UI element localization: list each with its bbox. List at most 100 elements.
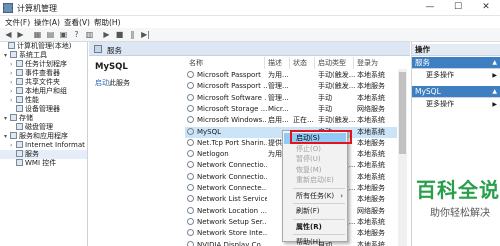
- disk-icon: [16, 123, 23, 130]
- cell-name: Network Store Inte...: [187, 228, 267, 239]
- cell-status: 正在...: [293, 116, 314, 125]
- tree-item-iis[interactable]: › Internet Informat: [0, 141, 87, 150]
- more-actions-services[interactable]: 更多操作 ▶: [412, 70, 500, 81]
- tree-item-device-manager[interactable]: 设备管理器: [0, 105, 87, 114]
- column-divider[interactable]: [353, 57, 354, 69]
- tree-item-services[interactable]: 服务: [0, 150, 87, 159]
- cell-name: Network Setup Ser...: [187, 217, 267, 228]
- cell-name: Netlogon: [187, 149, 267, 160]
- tree-item-shared-folders[interactable]: › 共享文件夹: [0, 78, 87, 87]
- maximize-button[interactable]: ☐: [444, 0, 472, 16]
- column-divider[interactable]: [314, 57, 315, 69]
- cell-log-on-as: 本地服务: [357, 195, 385, 204]
- context-menu-item[interactable]: 刷新(F): [284, 206, 346, 217]
- context-menu-item[interactable]: 帮助(H): [284, 237, 346, 246]
- cell-log-on-as: 本地系统: [357, 116, 385, 125]
- services-icon: [94, 45, 102, 53]
- menu-help[interactable]: 帮助(H): [94, 17, 121, 28]
- cell-log-on-as: 本地服务: [357, 82, 385, 91]
- menu-separator: [293, 203, 345, 204]
- show-hide-icon[interactable]: ▥: [84, 30, 95, 40]
- tree-item-task-scheduler[interactable]: › 任务计划程序: [0, 60, 87, 69]
- menu-view[interactable]: 查看(V): [64, 17, 90, 28]
- context-menu-item[interactable]: 停止(O): [284, 144, 346, 155]
- gear-icon: [187, 229, 194, 237]
- tree-item-disk-management[interactable]: 磁盘管理: [0, 123, 87, 132]
- collapse-icon: ▲: [492, 59, 497, 66]
- wmi-icon: [16, 159, 23, 166]
- tree-item-services-and-apps[interactable]: ▾ 服务和应用程序: [0, 132, 87, 141]
- collapse-icon: ▲: [492, 88, 497, 95]
- context-menu-item[interactable]: 属性(R): [284, 222, 346, 233]
- close-button[interactable]: ✕: [472, 0, 500, 16]
- watermark-subtitle: 助你轻松解决: [430, 208, 490, 219]
- tree-item-wmi[interactable]: WMI 控件: [0, 159, 87, 168]
- back-icon[interactable]: ◀: [3, 30, 14, 40]
- context-menu-item[interactable]: 恢复(M): [284, 165, 346, 176]
- gear-icon: [187, 161, 194, 169]
- actions-group-mysql[interactable]: MySQL ▲: [412, 86, 500, 98]
- service-row[interactable]: Microsoft Passport ... 管理... 手动(触发... 本地服务: [185, 81, 397, 92]
- start-service-icon[interactable]: ▶: [101, 30, 112, 40]
- service-row[interactable]: Microsoft Storage ... Micr... 手动 网络服务: [185, 104, 397, 115]
- services-header-title: 服务: [107, 46, 122, 55]
- cell-log-on-as: 本地系统: [357, 217, 385, 226]
- restart-service-icon[interactable]: ▶|: [140, 30, 151, 40]
- menu-action[interactable]: 操作(A): [34, 17, 60, 28]
- stop-service-icon[interactable]: ■: [114, 30, 125, 40]
- column-header-log-on-as[interactable]: 登录为: [357, 57, 378, 69]
- context-menu-item[interactable]: 重新启动(E): [284, 175, 346, 186]
- task-scheduler-icon: [16, 60, 23, 67]
- iis-icon: [16, 141, 23, 148]
- scrollbar-thumb[interactable]: [399, 72, 406, 154]
- pause-service-icon[interactable]: ‖: [127, 30, 138, 40]
- console-tree-icon[interactable]: ▦: [32, 30, 43, 40]
- more-actions-mysql[interactable]: 更多操作 ▶: [412, 99, 500, 110]
- column-divider[interactable]: [264, 57, 265, 69]
- cell-log-on-as: 本地系统: [357, 71, 385, 79]
- forward-icon[interactable]: ▶: [15, 30, 26, 40]
- cell-startup-type: 手动(触发...: [318, 71, 355, 79]
- service-row[interactable]: Microsoft Windows... 启用... 正在... 手动(触发... 本地…: [185, 115, 397, 126]
- export-list-icon[interactable]: ▣: [58, 30, 69, 40]
- cell-log-on-as: 本地系统: [357, 172, 385, 181]
- gear-icon: [187, 150, 194, 158]
- console-tree: 计算机管理(本地) ▾ 系统工具 › 任务计划程序 › 事件查看器 › 共享文件夹 › 本…: [0, 42, 88, 246]
- window-title: 计算机管理: [17, 4, 57, 13]
- tree-item-storage[interactable]: ▾ 存储: [0, 114, 87, 123]
- column-header-name[interactable]: 名称: [189, 57, 203, 69]
- tree-item-system-tools[interactable]: ▾ 系统工具: [0, 51, 87, 60]
- column-header-status[interactable]: 状态: [293, 57, 307, 69]
- minimize-button[interactable]: —: [416, 0, 444, 16]
- start-service-link[interactable]: 启动: [95, 79, 109, 87]
- gear-icon: [187, 206, 194, 214]
- context-menu-item[interactable]: 所有任务(K) ›: [284, 191, 346, 202]
- service-row[interactable]: Microsoft Passport 为用... 手动(触发... 本地系统: [185, 70, 397, 81]
- computer-icon: [8, 42, 15, 49]
- cell-startup-type: 手动: [318, 93, 332, 102]
- actions-group-services[interactable]: 服务 ▲: [412, 57, 500, 69]
- start-highlight-box: [290, 130, 352, 144]
- menu-file[interactable]: 文件(F): [5, 17, 30, 28]
- tree-item-computer-management[interactable]: 计算机管理(本地): [0, 42, 87, 51]
- column-divider[interactable]: [289, 57, 290, 69]
- tree-item-local-users[interactable]: › 本地用户和组: [0, 87, 87, 96]
- submenu-arrow-icon: ▶: [492, 72, 497, 79]
- cell-log-on-as: 网络服务: [357, 104, 385, 113]
- help-icon[interactable]: ?: [71, 30, 82, 40]
- cell-name: Microsoft Windows...: [187, 115, 267, 126]
- cell-description: 启用...: [268, 116, 289, 125]
- properties-icon[interactable]: ▤: [45, 30, 56, 40]
- watermark-title: 百科全说: [416, 178, 500, 202]
- column-header-description[interactable]: 描述: [268, 57, 282, 69]
- tree-item-performance[interactable]: › 性能: [0, 96, 87, 105]
- tree-item-event-viewer[interactable]: › 事件查看器: [0, 69, 87, 78]
- cell-name: Network Connectio...: [187, 172, 267, 183]
- service-row[interactable]: Microsoft Software ... 管理... 手动 本地系统: [185, 93, 397, 104]
- column-header-startup-type[interactable]: 启动类型: [318, 57, 346, 69]
- shared-folder-icon: [16, 78, 23, 85]
- gear-icon: [187, 93, 194, 101]
- cell-log-on-as: 本地系统: [357, 161, 385, 170]
- cell-description: Micr...: [268, 104, 289, 113]
- context-menu-item[interactable]: 暂停(U): [284, 154, 346, 165]
